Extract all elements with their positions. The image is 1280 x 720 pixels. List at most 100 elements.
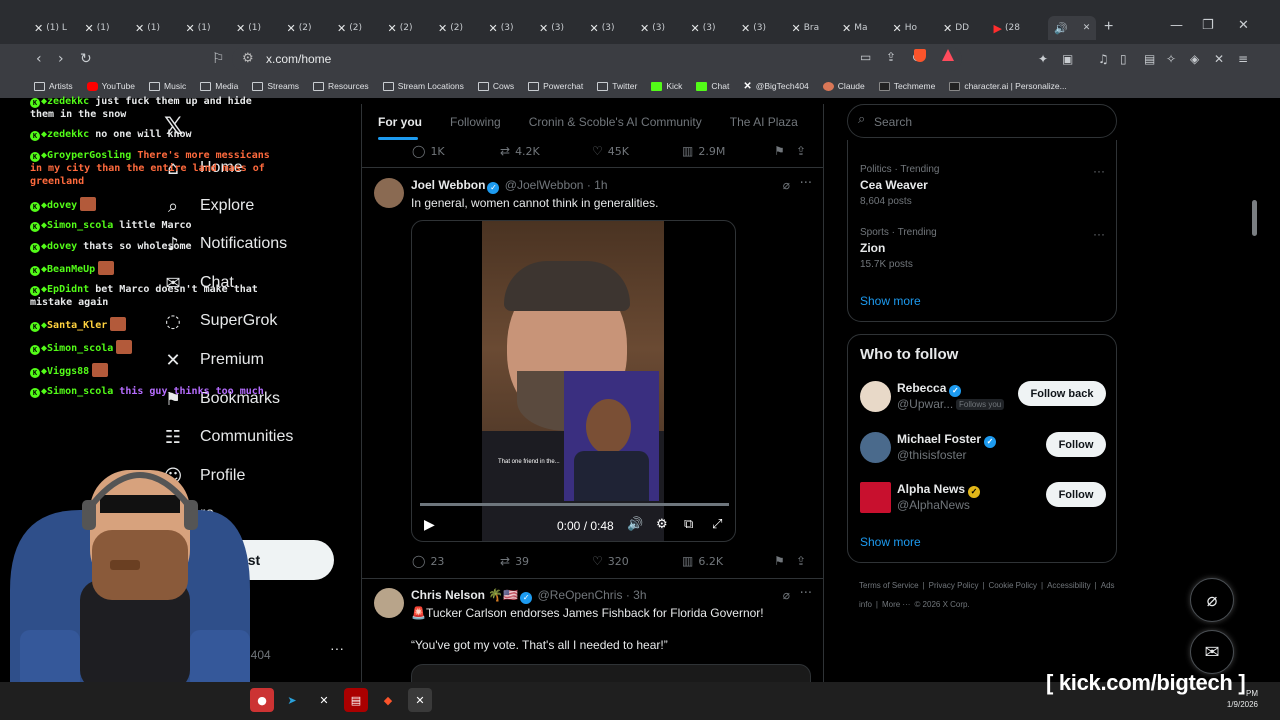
- messages-float-button[interactable]: ✉: [1190, 630, 1234, 674]
- bookmark-item[interactable]: Cows: [477, 81, 514, 91]
- browser-tab[interactable]: ✕ Ma: [836, 16, 887, 40]
- fullscreen-icon[interactable]: ⤢: [712, 517, 722, 532]
- chat-username[interactable]: GroyperGosling: [47, 150, 131, 161]
- close-window-icon[interactable]: ✕: [1238, 18, 1249, 33]
- footer-link[interactable]: Privacy Policy: [929, 581, 979, 590]
- avatar[interactable]: [860, 482, 891, 513]
- grok-icon[interactable]: ⌀: [783, 178, 790, 192]
- views-button[interactable]: ▥ 2.9M: [682, 144, 725, 158]
- browser-tab[interactable]: ✕ (3): [483, 16, 534, 40]
- browser-tab[interactable]: ✕ Ho: [887, 16, 938, 40]
- trend-item[interactable]: Politics · Trending Cea Weaver 8,604 pos…: [860, 164, 1105, 207]
- bookmark-item[interactable]: Resources: [313, 81, 369, 91]
- follow-show-more[interactable]: Show more: [860, 535, 921, 549]
- follow-button[interactable]: Follow: [1046, 482, 1106, 507]
- bookmark-item[interactable]: Stream Locations: [382, 81, 464, 91]
- chat-username[interactable]: Simon_scola: [47, 386, 113, 397]
- post-more-icon[interactable]: ···: [800, 586, 812, 601]
- share-button[interactable]: ⇪: [796, 554, 806, 568]
- close-tab-icon[interactable]: ✕: [1083, 23, 1091, 33]
- reply-button[interactable]: ◯ 1K: [412, 144, 445, 158]
- author-handle[interactable]: @ReOpenChris: [538, 588, 623, 602]
- chat-username[interactable]: Simon_scola: [47, 220, 113, 231]
- browser-tab[interactable]: ✕ DD: [937, 16, 988, 40]
- browser-tab[interactable]: ✕ (1): [230, 16, 281, 40]
- like-button[interactable]: ♡ 45K: [592, 144, 629, 158]
- address-bar[interactable]: ⚙ x.com/home ▭ ⇪ ⊕: [232, 47, 962, 71]
- browser-tab[interactable]: ✕ (1): [129, 16, 180, 40]
- maximize-icon[interactable]: ❐: [1202, 18, 1214, 33]
- browser-tab[interactable]: ✕ (2): [432, 16, 483, 40]
- chat-username[interactable]: Viggs88: [47, 366, 89, 377]
- footer-link[interactable]: Cookie Policy: [989, 581, 1037, 590]
- views-button[interactable]: ▥ 6.2K: [682, 554, 723, 568]
- grok-app-icon[interactable]: ✕: [408, 688, 432, 712]
- volume-icon[interactable]: 🔊: [627, 517, 643, 532]
- browser-tab[interactable]: ✕ (3): [584, 16, 635, 40]
- browser-tab[interactable]: ✕ (1) L: [28, 16, 79, 40]
- post-more-icon[interactable]: ···: [800, 176, 812, 191]
- sidebar-icon[interactable]: ▯: [1120, 52, 1127, 66]
- video-player[interactable]: That one friend in the... ▶ 0:00 / 0:48 …: [411, 220, 736, 542]
- account-more-icon[interactable]: ···: [330, 640, 344, 656]
- search-box[interactable]: ⌕ Search: [847, 104, 1117, 138]
- chat-username[interactable]: dovey: [47, 241, 77, 252]
- bookmark-item[interactable]: character.ai | Personalize...: [949, 81, 1067, 91]
- reload-icon[interactable]: ↻: [80, 51, 92, 67]
- avatar[interactable]: [860, 432, 891, 463]
- play-icon[interactable]: ▶: [424, 517, 435, 533]
- author-name[interactable]: Joel Webbon: [411, 178, 485, 192]
- bookmark-item[interactable]: Claude: [822, 81, 865, 91]
- bookmark-item[interactable]: Powerchat: [528, 81, 583, 91]
- back-icon[interactable]: ‹: [36, 51, 42, 67]
- bookmark-item[interactable]: Artists: [34, 81, 73, 91]
- media-icon[interactable]: ♫: [1098, 52, 1109, 66]
- chrome-icon[interactable]: ●: [250, 688, 274, 712]
- grok-float-button[interactable]: ⌀: [1190, 578, 1234, 622]
- feed-tab[interactable]: Cronin & Scoble's AI Community: [529, 115, 702, 129]
- x-app-icon[interactable]: ✕: [312, 688, 336, 712]
- follow-suggestion[interactable]: Michael Foster ✓ @thisisfoster Follow: [860, 430, 1106, 466]
- bookmark-item[interactable]: Twitter: [597, 81, 637, 91]
- repost-button[interactable]: ⇄ 4.2K: [500, 144, 540, 158]
- trends-show-more[interactable]: Show more: [860, 294, 921, 308]
- avatar[interactable]: [374, 178, 404, 208]
- tab-active[interactable]: 🔊 ✕: [1048, 16, 1096, 40]
- author-name[interactable]: Chris Nelson 🌴🇺🇸: [411, 588, 518, 602]
- browser-tab[interactable]: ✕ (1): [79, 16, 130, 40]
- menu-icon[interactable]: ≡: [1238, 52, 1248, 66]
- site-settings-icon[interactable]: ⚙: [242, 50, 254, 66]
- footer-link[interactable]: Accessibility: [1047, 581, 1091, 590]
- avatar[interactable]: [860, 381, 891, 412]
- bookmark-item[interactable]: Techmeme: [878, 81, 935, 91]
- footer-link[interactable]: © 2026 X Corp.: [914, 600, 969, 609]
- trend-more-icon[interactable]: ···: [1093, 164, 1105, 178]
- install-icon[interactable]: ▭: [860, 50, 871, 64]
- video-progress-bar[interactable]: [420, 503, 729, 506]
- post-media[interactable]: [411, 664, 811, 684]
- bookmark-item[interactable]: YouTube: [86, 81, 135, 91]
- browser-tab[interactable]: ✕ (1): [180, 16, 231, 40]
- follow-back-button[interactable]: Follow back: [1018, 381, 1106, 406]
- repost-button[interactable]: ⇄ 39: [500, 554, 529, 568]
- profile-x-icon[interactable]: ✕: [1214, 52, 1224, 66]
- brave-shields-icon[interactable]: [914, 49, 926, 62]
- trend-item[interactable]: Sports · Trending Zion 15.7K posts ···: [860, 227, 1105, 270]
- chat-username[interactable]: dovey: [47, 200, 77, 211]
- trend-more-icon[interactable]: ···: [1093, 227, 1105, 241]
- feed-tab[interactable]: Following: [450, 115, 501, 129]
- bookmark-button[interactable]: ⚑: [774, 554, 785, 568]
- browser-tab[interactable]: ✕ (3): [533, 16, 584, 40]
- follow-suggestion[interactable]: Rebecca ✓ @Upwar... Follows you Follow ba…: [860, 379, 1106, 415]
- like-button[interactable]: ♡ 320: [592, 554, 629, 568]
- footer-link[interactable]: Terms of Service: [859, 581, 919, 590]
- bookmark-item[interactable]: Media: [200, 81, 238, 91]
- avatar[interactable]: [374, 588, 404, 618]
- grok-icon[interactable]: ⌀: [783, 588, 790, 602]
- forward-icon[interactable]: ›: [58, 51, 64, 67]
- scrollbar-track[interactable]: [1249, 104, 1258, 682]
- wallet-icon[interactable]: ▤: [1144, 52, 1155, 66]
- chat-username[interactable]: Santa_Kler: [47, 320, 107, 331]
- telegram-icon[interactable]: ➤: [280, 688, 304, 712]
- chat-username[interactable]: EpDidnt: [47, 284, 89, 295]
